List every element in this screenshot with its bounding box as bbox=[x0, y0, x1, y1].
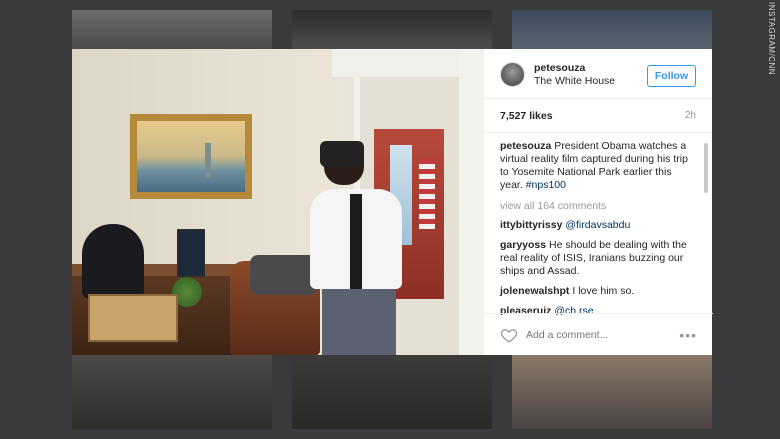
comment-username[interactable]: ittybittyrissy bbox=[500, 219, 562, 231]
comments-scrollbar[interactable] bbox=[704, 143, 708, 193]
background-tile bbox=[292, 10, 492, 50]
background-tile bbox=[512, 355, 712, 429]
location-link[interactable]: The White House bbox=[534, 75, 615, 88]
photo-vr-headset bbox=[320, 141, 364, 167]
photo-right-wall bbox=[459, 49, 483, 355]
comment-mention[interactable]: @firdavsabdu bbox=[565, 219, 630, 231]
comments-list[interactable]: petesouza President Obama watches a virt… bbox=[484, 140, 713, 315]
avatar[interactable] bbox=[500, 62, 525, 87]
comment-username[interactable]: jolenewalshpt bbox=[500, 285, 569, 297]
caption-username[interactable]: petesouza bbox=[500, 140, 551, 152]
post-modal: petesouza The White House Follow 7,527 l… bbox=[72, 49, 713, 355]
follow-button[interactable]: Follow bbox=[647, 65, 696, 87]
post-stats: 7,527 likes 2h bbox=[484, 99, 712, 133]
photo-painting bbox=[130, 114, 252, 199]
view-all-comments-link[interactable]: view all 164 comments bbox=[500, 200, 697, 213]
post-caption: petesouza President Obama watches a virt… bbox=[500, 140, 697, 192]
background-tile bbox=[512, 10, 712, 50]
comment-item: ittybittyrissy @firdavsabdu bbox=[500, 219, 697, 232]
watermark: INSTAGRAM/CNN bbox=[767, 2, 776, 76]
comment-item: jolenewalshpt I love him so. bbox=[500, 285, 697, 298]
post-header: petesouza The White House Follow bbox=[484, 49, 712, 99]
comment-item: garyyoss He should be dealing with the r… bbox=[500, 239, 697, 278]
painting-canvas bbox=[137, 121, 245, 192]
photo-woman bbox=[82, 224, 144, 299]
post-photo[interactable] bbox=[72, 49, 483, 355]
background-left bbox=[0, 10, 52, 429]
post-side-panel: petesouza The White House Follow 7,527 l… bbox=[483, 49, 713, 355]
post-footer: ••• bbox=[484, 313, 713, 355]
user-block: petesouza The White House bbox=[534, 61, 615, 88]
photo-man-pants bbox=[322, 289, 396, 355]
caption-hashtag[interactable]: #nps100 bbox=[526, 179, 566, 191]
heart-icon[interactable] bbox=[500, 326, 518, 344]
username-link[interactable]: petesouza bbox=[534, 62, 615, 75]
background-tile bbox=[72, 355, 272, 429]
photo-tray bbox=[88, 294, 178, 342]
comment-text: I love him so. bbox=[569, 285, 635, 297]
comment-username[interactable]: garyyoss bbox=[500, 239, 546, 251]
photo-monitor bbox=[177, 229, 205, 277]
photo-man-tie bbox=[350, 194, 362, 290]
painting-statue bbox=[205, 143, 211, 178]
more-options-icon[interactable]: ••• bbox=[679, 327, 697, 343]
add-comment-input[interactable] bbox=[526, 328, 680, 341]
photo-coat bbox=[250, 255, 318, 295]
photo-flag bbox=[419, 159, 435, 229]
background-tile bbox=[292, 355, 492, 429]
likes-count[interactable]: 7,527 likes bbox=[500, 110, 553, 122]
background-tile bbox=[72, 10, 272, 50]
post-time[interactable]: 2h bbox=[685, 110, 696, 121]
